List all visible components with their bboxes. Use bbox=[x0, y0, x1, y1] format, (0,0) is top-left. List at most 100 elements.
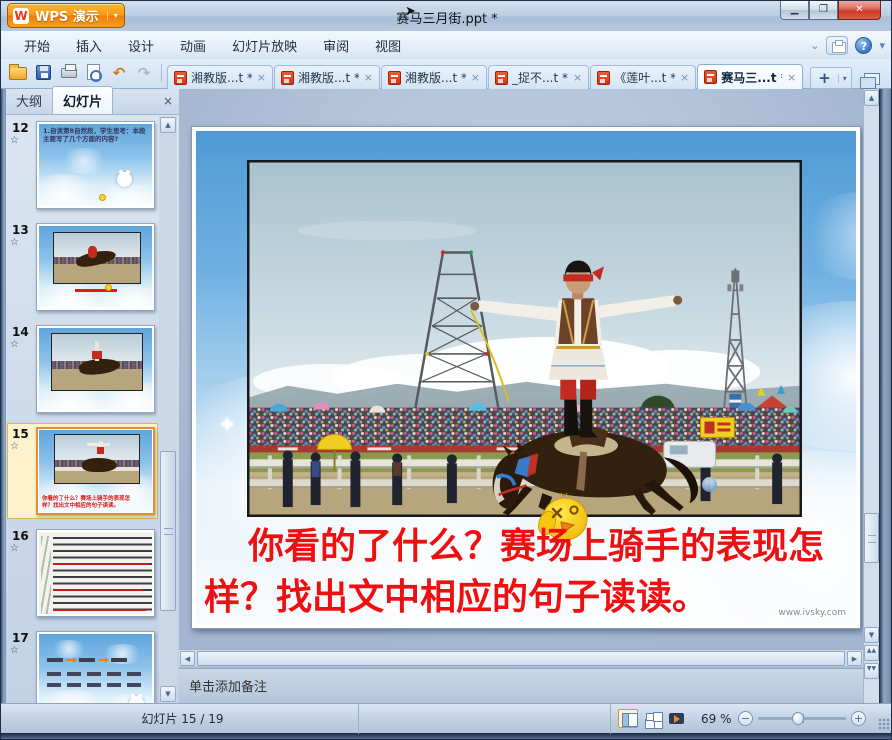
print-preview-button[interactable] bbox=[84, 63, 104, 83]
tab-close-icon[interactable]: × bbox=[471, 71, 480, 84]
doc-tab-1[interactable]: 湘教版...t * × bbox=[167, 65, 273, 89]
zoom-out-button[interactable]: − bbox=[738, 711, 753, 726]
skin-shirt-icon[interactable] bbox=[826, 36, 848, 55]
slide-thumb-16[interactable]: 16 ☆ bbox=[6, 529, 159, 617]
sparkle-icon: ✦ bbox=[218, 413, 236, 438]
sidebar-scroll-down-icon[interactable]: ▼ bbox=[160, 686, 176, 702]
vertical-scroll-thumb[interactable] bbox=[864, 513, 879, 563]
window-frame-right bbox=[879, 89, 892, 703]
thumb-question-text: 你看的了什么？赛场上骑手的表现怎 样？找出文中相应的句子读读。 bbox=[42, 496, 152, 510]
sidebar-scroll-thumb[interactable] bbox=[160, 451, 176, 611]
tab-close-icon[interactable]: × bbox=[787, 71, 796, 84]
sidebar-scroll-up-icon[interactable]: ▲ bbox=[160, 117, 176, 133]
title-bar: W WPS 演示 ▾ 赛马三月街.ppt * ➤ ▁ ❐ ✕ bbox=[1, 1, 892, 31]
collapse-ribbon-icon[interactable]: ⌄ bbox=[810, 39, 819, 52]
menu-slideshow[interactable]: 幻灯片放映 bbox=[219, 33, 310, 58]
previous-slide-button[interactable]: ▲▲ bbox=[864, 645, 879, 661]
diagram-text-rows bbox=[47, 672, 147, 694]
wps-presentation-window: W WPS 演示 ▾ 赛马三月街.ppt * ➤ ▁ ❐ ✕ 开始 插入 设计 … bbox=[0, 0, 892, 740]
zoom-in-button[interactable]: + bbox=[851, 711, 866, 726]
bauble-decoration bbox=[702, 477, 717, 492]
close-button[interactable]: ✕ bbox=[838, 1, 881, 20]
toolbar-separator bbox=[161, 64, 162, 82]
tab-close-icon[interactable]: × bbox=[573, 71, 582, 84]
print-preview-icon bbox=[87, 64, 100, 80]
zoom-slider-thumb[interactable] bbox=[792, 712, 804, 725]
redo-button[interactable]: ↷ bbox=[134, 63, 154, 83]
panel-close-icon[interactable]: × bbox=[163, 94, 173, 108]
save-button[interactable] bbox=[34, 63, 54, 83]
notes-placeholder: 单击添加备注 bbox=[189, 680, 267, 695]
doc-tab-active[interactable]: 赛马三...t * × bbox=[697, 64, 803, 89]
ppt-file-icon bbox=[704, 70, 717, 84]
bamboo-decoration bbox=[41, 536, 51, 614]
animation-star-icon: ☆ bbox=[10, 441, 19, 452]
doc-tab-3[interactable]: 湘教版...t * × bbox=[381, 65, 487, 89]
minimize-button[interactable]: ▁ bbox=[780, 1, 809, 20]
next-slide-button[interactable]: ▼▼ bbox=[864, 663, 879, 679]
vertical-scrollbar[interactable]: ▲ ▼ ▲▲ ▼▼ bbox=[863, 89, 879, 703]
menu-design[interactable]: 设计 bbox=[115, 33, 167, 58]
scroll-right-icon[interactable]: ▶ bbox=[847, 651, 862, 666]
menu-home[interactable]: 开始 bbox=[11, 33, 63, 58]
window-frame-bottom bbox=[1, 733, 892, 740]
tab-close-icon[interactable]: × bbox=[680, 71, 689, 84]
print-button[interactable] bbox=[59, 63, 79, 83]
slide-sorter-view-button[interactable] bbox=[642, 709, 662, 728]
menu-view[interactable]: 视图 bbox=[362, 33, 414, 58]
folder-icon bbox=[9, 67, 27, 80]
slide-thumb-12[interactable]: 12 ☆ 1.自读第8自然段，学生思考：本段主要写了几个方面的内容? bbox=[6, 121, 159, 209]
ppt-file-icon bbox=[597, 71, 610, 85]
current-slide[interactable]: ✦ ✦ bbox=[191, 126, 861, 629]
notes-pane[interactable]: 单击添加备注 bbox=[179, 668, 863, 703]
doc-tab-2[interactable]: 湘教版...t * × bbox=[274, 65, 380, 89]
slideshow-button[interactable] bbox=[666, 709, 686, 728]
sidebar-scrollbar[interactable]: ▲ ▼ bbox=[159, 116, 177, 703]
animation-star-icon: ☆ bbox=[10, 135, 19, 146]
horse-rider-photo[interactable] bbox=[247, 160, 802, 517]
tab-slides[interactable]: 幻灯片 bbox=[52, 86, 113, 114]
dense-text-lines bbox=[53, 537, 152, 614]
open-button[interactable] bbox=[9, 63, 29, 83]
quick-access-toolbar: ↶ ↷ ▾ bbox=[9, 63, 173, 83]
animation-star-icon: ☆ bbox=[10, 645, 19, 656]
animation-star-icon: ☆ bbox=[10, 237, 19, 248]
help-dropdown-icon[interactable]: ▾ bbox=[879, 39, 885, 52]
menu-insert[interactable]: 插入 bbox=[63, 33, 115, 58]
bear-cartoon bbox=[117, 172, 132, 187]
maximize-button[interactable]: ❐ bbox=[809, 1, 838, 20]
slide-panel: 大纲 幻灯片 × 12 ☆ 1.自读第8自然段，学生思考：本段主要写了几个方面的… bbox=[6, 89, 179, 703]
horizontal-scrollbar[interactable]: ◀ ▶ bbox=[179, 649, 863, 666]
slide-thumb-15-selected[interactable]: 15 ☆ 你看的了什 bbox=[6, 427, 159, 515]
tab-close-icon[interactable]: × bbox=[364, 71, 373, 84]
new-tab-arrow-icon[interactable]: ▾ bbox=[838, 74, 851, 83]
help-icon[interactable]: ? bbox=[855, 37, 872, 54]
horizontal-scroll-thumb[interactable] bbox=[197, 651, 845, 666]
scroll-left-icon[interactable]: ◀ bbox=[180, 651, 195, 666]
menu-review[interactable]: 审阅 bbox=[310, 33, 362, 58]
menu-bar: 开始 插入 设计 动画 幻灯片放映 审阅 视图 ⌄ ? ▾ bbox=[1, 31, 892, 59]
flow-diagram bbox=[47, 658, 150, 662]
slide-thumb-13[interactable]: 13 ☆ bbox=[6, 223, 159, 311]
scroll-down-icon[interactable]: ▼ bbox=[864, 627, 879, 643]
normal-view-button[interactable] bbox=[618, 709, 638, 728]
doc-tab-5[interactable]: 《莲叶...t * × bbox=[590, 65, 696, 89]
ppt-file-icon bbox=[174, 71, 187, 85]
slide-question-text[interactable]: 你看的了什么？赛场上骑手的表现怎 样？找出文中相应的句子读读。 bbox=[200, 521, 854, 623]
ppt-file-icon bbox=[495, 71, 508, 85]
new-tab-button[interactable]: + ▾ bbox=[810, 67, 852, 89]
doc-tab-4[interactable]: _捉不...t * × bbox=[488, 65, 589, 89]
zoom-slider[interactable] bbox=[758, 717, 846, 720]
tab-close-icon[interactable]: × bbox=[257, 71, 266, 84]
menu-animation[interactable]: 动画 bbox=[167, 33, 219, 58]
tab-switcher-icon[interactable] bbox=[860, 73, 880, 89]
scroll-up-icon[interactable]: ▲ bbox=[864, 90, 879, 106]
undo-button[interactable]: ↶ bbox=[109, 63, 129, 83]
slide-canvas[interactable]: ✦ ✦ bbox=[179, 89, 863, 649]
tab-outline[interactable]: 大纲 bbox=[6, 87, 52, 114]
slide-thumb-14[interactable]: 14 ☆ bbox=[6, 325, 159, 413]
slide-thumb-17[interactable]: 17 ☆ bbox=[6, 631, 159, 703]
mouse-cursor-icon: ➤ bbox=[405, 4, 416, 19]
slide-thumbnail-list: 12 ☆ 1.自读第8自然段，学生思考：本段主要写了几个方面的内容? 13 ☆ bbox=[6, 116, 159, 703]
resize-grip[interactable] bbox=[878, 718, 890, 730]
